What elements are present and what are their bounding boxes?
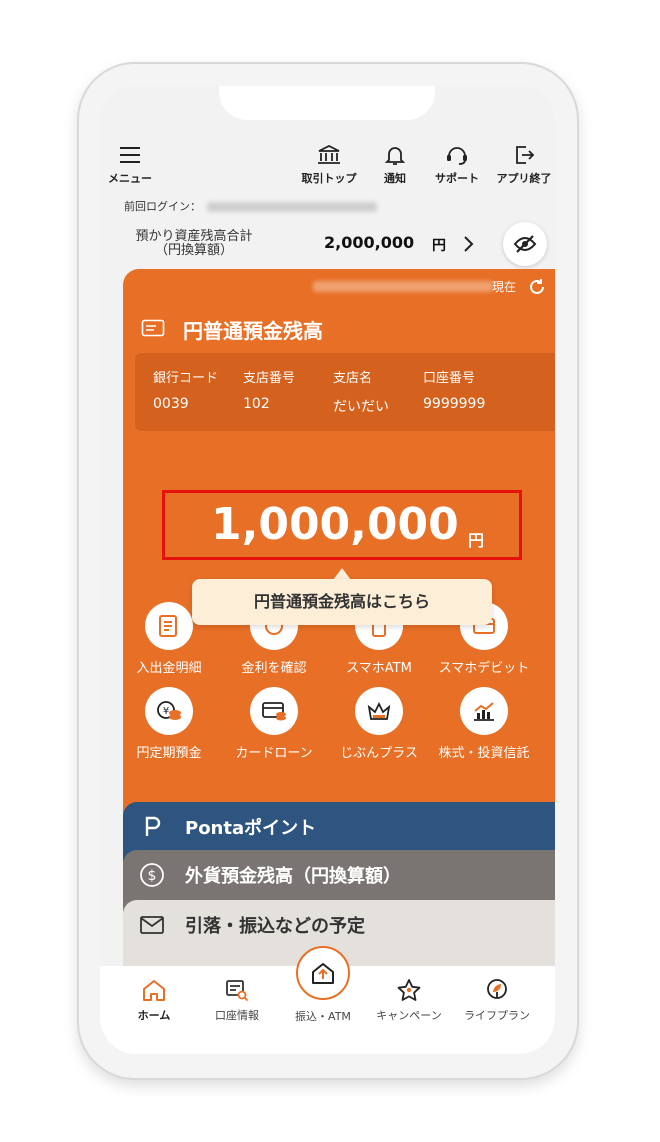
branch-name-label: 支店名 (333, 371, 373, 386)
bank-icon (318, 144, 340, 164)
action-label: スマホATM (346, 661, 412, 676)
account-no-col: 口座番号 9999999 (423, 367, 485, 412)
total-assets-label-line1: 預かり資産残高合計 (135, 229, 253, 244)
yen-savings-card: 現在 円普通預金残高 銀行コード 0039 支店番号 102 支店名 だいだい … (123, 269, 555, 829)
exit-icon (516, 146, 535, 164)
app-exit-button[interactable]: アプリ終了 (491, 144, 555, 186)
nav-campaign[interactable]: キャンペーン (364, 978, 454, 1023)
last-login-blurred-date (207, 202, 377, 212)
action-jibun-plus[interactable]: じぶんプラス (329, 687, 429, 761)
envelope-icon (140, 916, 164, 934)
svg-text:¥: ¥ (163, 706, 169, 717)
statement-icon (145, 602, 193, 650)
account-no-value: 9999999 (423, 396, 486, 412)
ponta-title: Pontaポイント (185, 818, 317, 839)
action-label: スマホデビット (438, 661, 530, 676)
yen-coins-icon: ¥ (145, 687, 193, 735)
nav-account-info-label: 口座情報 (215, 1009, 259, 1022)
bell-icon (384, 147, 406, 165)
action-label: 金利を確認 (241, 661, 307, 676)
branch-no-label: 支店番号 (243, 371, 296, 386)
action-label: カードローン (235, 746, 313, 761)
nav-transfer-label: 振込・ATM (295, 1010, 351, 1023)
hide-balance-button[interactable] (503, 222, 547, 266)
card-title: 円普通預金残高 (183, 319, 323, 343)
refresh-icon[interactable] (528, 278, 546, 296)
app-exit-label: アプリ終了 (496, 172, 552, 185)
account-no-label: 口座番号 (423, 371, 476, 386)
balance-tooltip: 円普通預金残高はこちら (192, 579, 492, 625)
last-login: 前回ログイン： (124, 198, 377, 214)
action-label: 円定期預金 (136, 746, 202, 761)
action-stocks[interactable]: 株式・投資信託 (434, 687, 534, 761)
total-assets-amount[interactable]: 2,000,000 (324, 233, 414, 252)
phone-notch (219, 86, 435, 120)
notify-button[interactable]: 通知 (375, 144, 415, 186)
ponta-icon (145, 816, 161, 836)
nav-account-info[interactable]: 口座情報 (192, 978, 282, 1023)
branch-no-value: 102 (243, 396, 270, 412)
action-label: 入出金明細 (136, 661, 202, 676)
hamburger-icon (120, 147, 140, 163)
bank-top-button[interactable]: 取引トップ (296, 144, 362, 186)
eye-off-icon (513, 235, 537, 253)
as-of-label: 現在 (492, 280, 517, 294)
last-login-label: 前回ログイン： (124, 200, 201, 213)
chevron-right-icon[interactable] (462, 234, 476, 254)
headset-icon (447, 147, 467, 165)
nav-life-plan-label: ライフプラン (464, 1009, 530, 1022)
card-icon (141, 319, 165, 337)
nav-home-label: ホーム (137, 1009, 171, 1022)
nav-transfer-button[interactable] (296, 946, 350, 1000)
branch-name-col: 支店名 だいだい (333, 367, 389, 416)
nav-campaign-label: キャンペーン (376, 1009, 442, 1022)
bank-code-col: 銀行コード 0039 (153, 367, 218, 412)
total-assets-unit: 円 (432, 238, 446, 254)
bank-code-label: 銀行コード (153, 371, 219, 386)
notify-label: 通知 (384, 172, 406, 185)
action-time-deposit[interactable]: ¥ 円定期預金 (119, 687, 219, 761)
bank-code-value: 0039 (153, 396, 189, 412)
stock-chart-icon (460, 687, 508, 735)
support-button[interactable]: サポート (428, 144, 486, 186)
balance-date-blurred (313, 281, 493, 292)
bottom-navigation: ホーム 口座情報 振込・ATM キャンペーン ライフプラン (100, 946, 555, 1054)
menu-button[interactable]: メニュー (104, 144, 156, 186)
support-label: サポート (435, 172, 479, 185)
nav-life-plan[interactable]: ライフプラン (452, 978, 542, 1023)
menu-label: メニュー (108, 172, 152, 185)
home-icon (143, 980, 165, 1001)
account-search-icon (226, 980, 249, 1002)
balance-amount[interactable]: 1,000,000 (211, 499, 459, 550)
card-loan-icon (250, 687, 298, 735)
svg-text:$: $ (148, 868, 157, 884)
total-assets-label: 預かり資産残高合計 （円換算額） (124, 230, 264, 258)
star-icon (397, 979, 421, 1001)
total-assets-label-line2: （円換算額） (154, 243, 233, 258)
crown-icon (355, 687, 403, 735)
app-screen: メニュー 取引トップ 通知 サポート アプリ終了 前回ログイン： 預かり資産残高… (100, 86, 555, 1054)
action-label: じぶんプラス (340, 746, 418, 761)
bank-top-label: 取引トップ (301, 172, 357, 185)
schedule-title: 引落・振込などの予定 (185, 916, 365, 937)
action-label: 株式・投資信託 (438, 746, 530, 761)
transfer-atm-icon (312, 963, 334, 984)
balance-unit: 円 (468, 531, 485, 550)
leaf-plan-icon (487, 979, 507, 999)
fx-title: 外貨預金残高（円換算額） (185, 866, 401, 887)
branch-name-value: だいだい (333, 399, 389, 415)
action-card-loan[interactable]: カードローン (224, 687, 324, 761)
nav-home[interactable]: ホーム (109, 978, 199, 1023)
account-info-box: 銀行コード 0039 支店番号 102 支店名 だいだい 口座番号 999999… (135, 353, 555, 431)
branch-no-col: 支店番号 102 (243, 367, 295, 412)
dollar-icon: $ (140, 863, 164, 887)
balance-highlight-box: 1,000,000 円 (162, 490, 522, 560)
